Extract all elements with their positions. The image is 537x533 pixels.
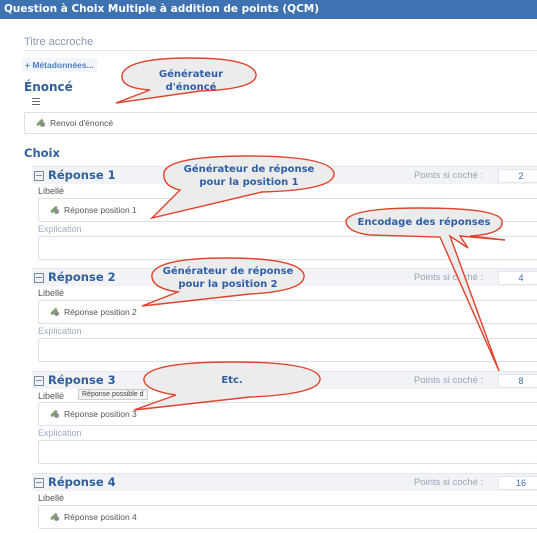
callout-reponse1-line1: Générateur de réponse [183, 164, 315, 175]
callout-enonce: Générateur d'énoncé [158, 69, 224, 93]
callout-encodage-bubble [345, 207, 506, 372]
callout-etc: Etc. [221, 375, 243, 386]
callout-reponse1-line2: pour la position 1 [199, 177, 299, 188]
callout-reponse2-line2: pour la position 2 [178, 279, 278, 290]
callout-encodage: Encodage des réponses [357, 217, 491, 228]
callout-reponse2-line1: Générateur de réponse [162, 266, 294, 277]
